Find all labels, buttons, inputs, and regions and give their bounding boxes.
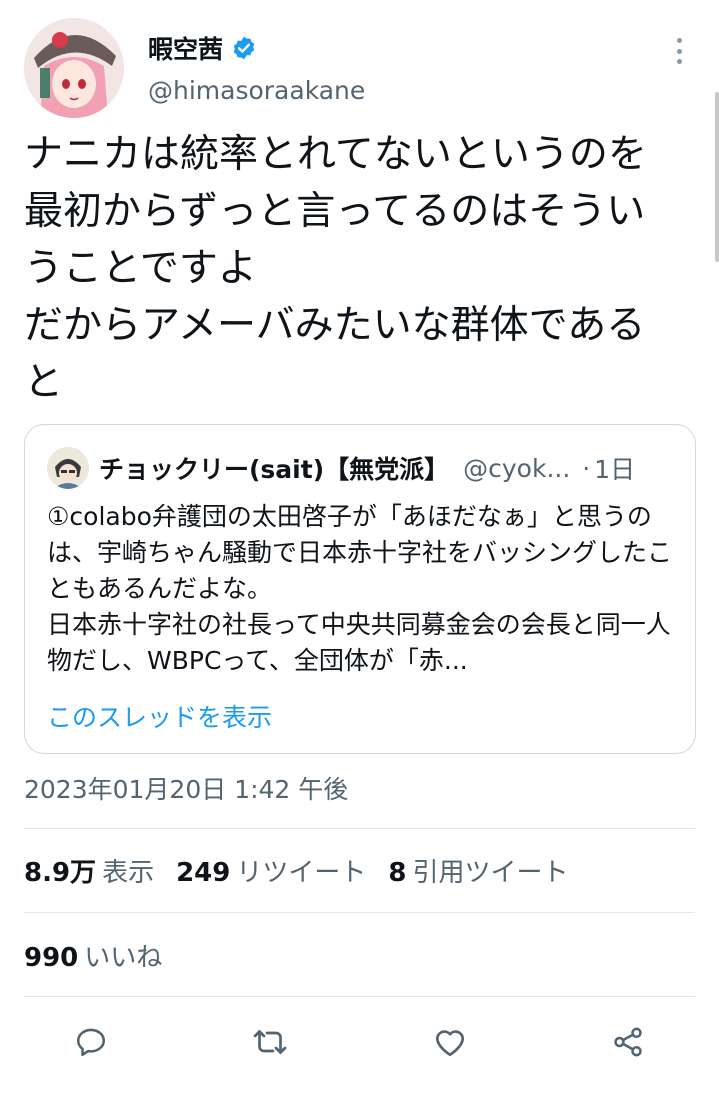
author-avatar[interactable] xyxy=(24,18,124,118)
likes-count: 990 xyxy=(24,943,79,973)
retweets-stat[interactable]: 249 リツイート xyxy=(176,852,366,889)
divider xyxy=(24,996,695,997)
divider xyxy=(24,912,695,913)
verified-badge-icon xyxy=(231,35,257,61)
quoted-time: 1日 xyxy=(594,455,636,484)
quoted-tweet-text: ①colabo弁護団の太田啓子が「あほだなぁ」と思うのは、宇崎ちゃん騒動で日本赤… xyxy=(47,502,673,675)
retweet-icon[interactable] xyxy=(248,1020,292,1064)
views-label: 表示 xyxy=(102,858,155,888)
quoted-author-handle: @cyok... xyxy=(463,453,571,483)
share-icon[interactable] xyxy=(606,1020,650,1064)
separator-dot: · xyxy=(582,453,591,483)
views-count: 8.9万 xyxy=(24,858,97,888)
tweet-timestamp[interactable]: 2023年01月20日 1:42 午後 xyxy=(24,770,348,806)
quotes-label: 引用ツイート xyxy=(412,858,569,888)
retweets-count: 249 xyxy=(176,858,231,888)
quotes-count: 8 xyxy=(388,858,407,888)
retweets-label: リツイート xyxy=(236,858,367,888)
likes-label: いいね xyxy=(84,943,163,973)
quoted-author-name: チョックリー(sait)【無党派】 xyxy=(99,455,450,484)
quoted-tweet[interactable]: チョックリー(sait)【無党派】 @cyok... · 1日 ①colabo弁… xyxy=(24,424,696,754)
tweet-stats: 8.9万 表示 249 リツイート 8 引用ツイート xyxy=(24,852,590,889)
tweet-text: ナニカは統率とれてないというのを最初からずっと言ってるのはそういうことですよ だ… xyxy=(24,132,647,405)
quoted-author-avatar xyxy=(47,447,89,489)
views-stat[interactable]: 8.9万 表示 xyxy=(24,852,154,889)
author-handle[interactable]: @himasoraakane xyxy=(148,76,365,105)
tweet-header: 暇空茜 @himasoraakane xyxy=(24,18,695,122)
author-display-name[interactable]: 暇空茜 xyxy=(148,30,223,66)
scrollbar[interactable] xyxy=(715,92,719,262)
divider xyxy=(24,828,695,829)
quotes-stat[interactable]: 8 引用ツイート xyxy=(388,852,568,889)
likes-stat[interactable]: 990 いいね xyxy=(24,937,162,974)
show-thread-link[interactable]: このスレッドを表示 xyxy=(47,698,272,734)
reply-icon[interactable] xyxy=(69,1020,113,1064)
like-icon[interactable] xyxy=(428,1020,472,1064)
action-bar xyxy=(0,1020,719,1064)
more-options-icon[interactable] xyxy=(671,38,687,64)
